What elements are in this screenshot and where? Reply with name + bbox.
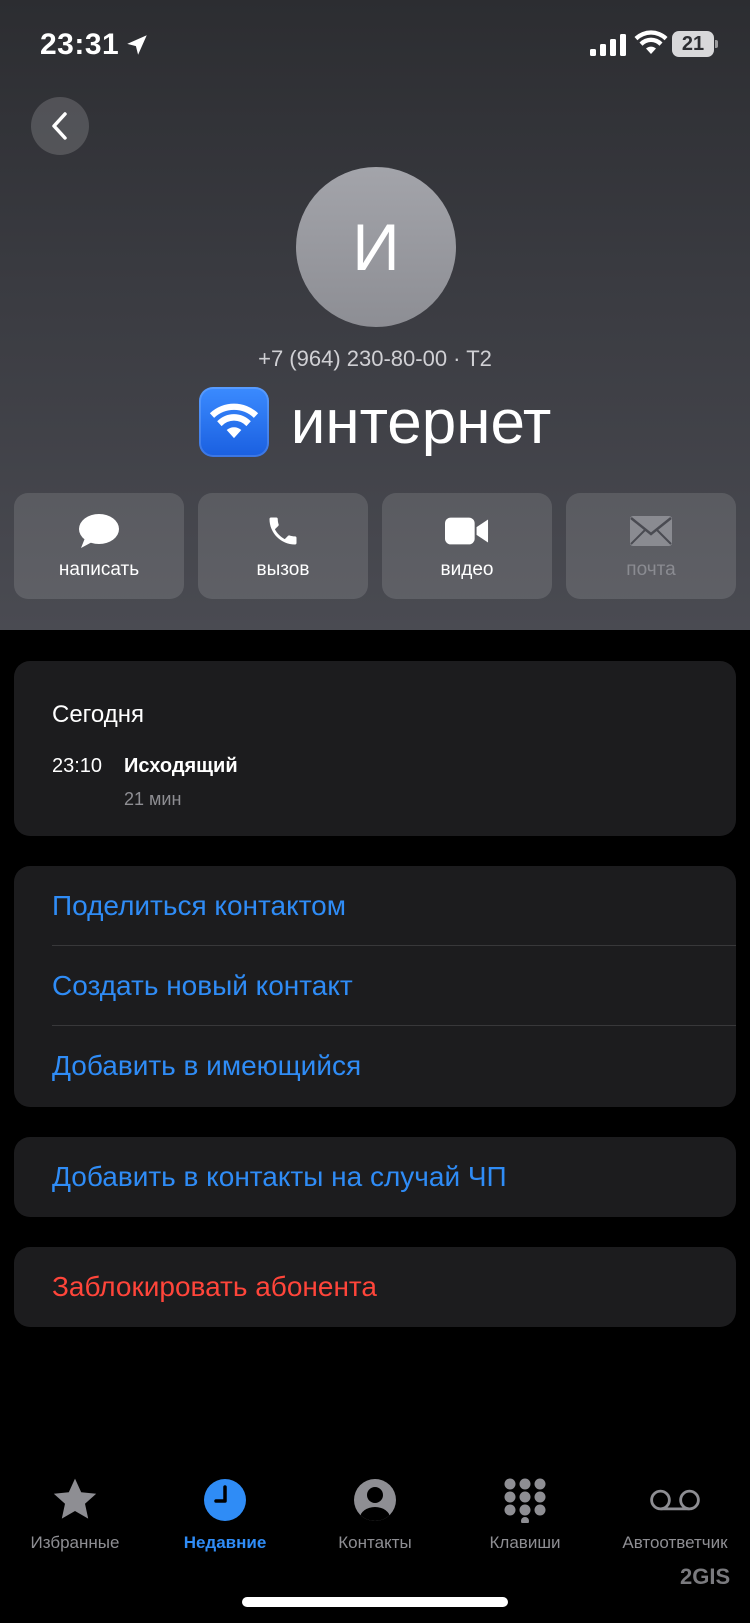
person-circle-icon — [350, 1475, 400, 1525]
battery-indicator: 21 — [672, 31, 718, 57]
tab-contacts[interactable]: Контакты — [300, 1475, 450, 1575]
tab-voicemail-label: Автоответчик — [622, 1533, 728, 1552]
block-card: Заблокировать абонента — [14, 1247, 736, 1327]
mail-envelope-icon — [629, 511, 673, 551]
phone-icon — [261, 511, 305, 551]
cellular-signal-icon — [590, 34, 626, 56]
recent-calls-card: Сегодня 23:10 Исходящий 21 мин — [14, 661, 736, 836]
mail-button[interactable]: почта — [566, 493, 736, 599]
keypad-icon — [500, 1475, 550, 1525]
tab-keypad-label: Клавиши — [489, 1533, 561, 1552]
contact-options-card: Поделиться контактом Создать новый конта… — [14, 866, 736, 1107]
wifi-emoji-icon — [198, 387, 269, 457]
action-buttons: написать вызов видео почта — [14, 493, 736, 599]
back-button[interactable] — [31, 97, 89, 155]
tab-favorites-label: Избранные — [30, 1533, 120, 1552]
status-time: 23:31 — [40, 28, 120, 61]
recent-call-time: 23:10 — [52, 755, 103, 777]
contact-header: 23:31 21 И +7 (964) 230-80-00 · T2 интер… — [0, 0, 750, 630]
message-bubble-icon — [77, 511, 121, 551]
clock-icon — [200, 1475, 250, 1525]
block-caller-button[interactable]: Заблокировать абонента — [14, 1247, 736, 1327]
recent-call-duration: 21 мин — [124, 789, 182, 809]
contact-detail-screen: 23:31 21 И +7 (964) 230-80-00 · T2 интер… — [0, 0, 750, 1623]
tab-recents[interactable]: Недавние — [150, 1475, 300, 1575]
tab-keypad[interactable]: Клавиши — [450, 1475, 600, 1575]
add-to-existing-button[interactable]: Добавить в имеющийся — [14, 1026, 736, 1106]
tab-contacts-label: Контакты — [338, 1533, 412, 1552]
call-button-label: вызов — [256, 559, 310, 580]
recent-call-type: Исходящий — [124, 755, 238, 777]
share-contact-button[interactable]: Поделиться контактом — [14, 866, 736, 946]
contact-name-row: интернет — [0, 384, 750, 460]
tab-bar: Избранные Недавние Контакты Клавиши Авто… — [0, 1475, 750, 1575]
tab-favorites[interactable]: Избранные — [0, 1475, 150, 1575]
emergency-card: Добавить в контакты на случай ЧП — [14, 1137, 736, 1217]
video-button-label: видео — [440, 559, 494, 580]
avatar: И — [296, 167, 456, 327]
star-icon — [50, 1475, 100, 1525]
video-camera-icon — [445, 511, 489, 551]
wifi-status-icon — [634, 30, 668, 54]
voicemail-icon — [650, 1475, 700, 1525]
home-indicator[interactable] — [242, 1597, 508, 1607]
mail-button-label: почта — [626, 559, 676, 580]
video-button[interactable]: видео — [382, 493, 552, 599]
battery-tip — [715, 40, 718, 48]
call-button[interactable]: вызов — [198, 493, 368, 599]
phone-number-line: +7 (964) 230-80-00 · T2 — [258, 346, 492, 371]
contact-name: интернет — [290, 387, 552, 457]
add-emergency-contact-button[interactable]: Добавить в контакты на случай ЧП — [14, 1137, 736, 1217]
tab-voicemail[interactable]: Автоответчик — [600, 1475, 750, 1575]
tab-recents-label: Недавние — [183, 1533, 267, 1552]
recent-day: Сегодня — [52, 701, 144, 728]
message-button[interactable]: написать — [14, 493, 184, 599]
watermark: 2GIS — [680, 1564, 731, 1589]
message-button-label: написать — [58, 559, 140, 580]
location-arrow-icon — [127, 35, 147, 55]
create-new-contact-button[interactable]: Создать новый контакт — [14, 946, 736, 1026]
chevron-left-icon — [52, 112, 67, 140]
battery-level: 21 — [672, 31, 714, 57]
